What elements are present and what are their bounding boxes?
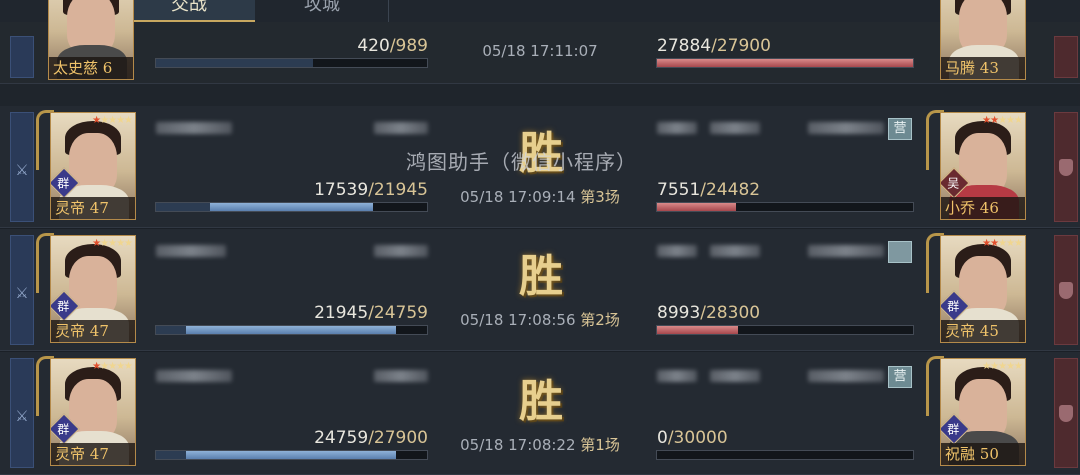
- defender-hp-bar: [656, 325, 914, 335]
- star-rating: ★★★★★: [982, 238, 1023, 249]
- attacker-hero-card[interactable]: 太史慈 6: [48, 0, 134, 80]
- battle-time: 05/18 17:08:22 第1场: [460, 436, 620, 454]
- attacker-hero-card[interactable]: ★★★★★ 群 灵帝 47: [50, 112, 136, 220]
- attacker-hero-name: 灵帝 47: [51, 197, 135, 219]
- attacker-hero-card[interactable]: ★★★★★ 群 灵帝 47: [50, 358, 136, 466]
- battle-time: 05/18 17:11:07: [482, 42, 598, 60]
- defender-hero-card[interactable]: 马腾 43: [940, 0, 1026, 80]
- battle-row-3[interactable]: ⚔ ★★★★★ 群 灵帝 47 24759/27900 胜 05/18 17:0…: [0, 352, 1080, 475]
- attacker-hp-bar: [155, 325, 428, 335]
- attacker-side-marker: ⚔: [10, 358, 34, 468]
- blurred-player-name: [657, 370, 697, 382]
- attacker-side-marker: ⚔: [10, 112, 34, 222]
- battle-time: 05/18 17:09:14 第3场: [460, 188, 620, 206]
- blurred-alliance: [374, 122, 428, 134]
- sword-icon: ⚔: [15, 284, 29, 302]
- blurred-location: [808, 122, 884, 134]
- defender-hero-card[interactable]: ★★★★★ 吴 小乔 46: [940, 112, 1026, 220]
- attacker-hero-name: 灵帝 47: [51, 443, 135, 465]
- win-mark: 胜: [519, 251, 563, 302]
- camp-flag: 营: [888, 118, 912, 140]
- defender-hero-name: 马腾 43: [941, 57, 1025, 79]
- defender-hp-bar: [656, 58, 914, 68]
- star-rating: ★★★★★: [92, 238, 133, 249]
- blurred-location: [808, 370, 884, 382]
- defender-hp: 27884/27900: [657, 36, 771, 56]
- star-rating: ★★★★★: [92, 115, 133, 126]
- star-rating: ★★★★★: [982, 115, 1023, 126]
- battle-time: 05/18 17:08:56 第2场: [460, 311, 620, 329]
- defender-side-marker: [1054, 112, 1078, 222]
- defender-side-marker: [1054, 36, 1078, 78]
- camp-flag: 营: [888, 366, 912, 388]
- star-rating: ★★★★★: [92, 361, 133, 372]
- blurred-alliance: [710, 370, 760, 382]
- shield-icon: [1059, 282, 1073, 299]
- defender-hp: 7551/24482: [657, 180, 761, 200]
- row-gap: [0, 84, 1080, 106]
- defender-hp: 0/30000: [657, 428, 728, 448]
- battle-row-2[interactable]: ⚔ ★★★★★ 群 灵帝 47 21945/24759 胜 05/18 17:0…: [0, 229, 1080, 351]
- defender-hero-name: 小乔 46: [941, 197, 1025, 219]
- defender-hero-card[interactable]: ★★★★★ 群 祝融 50: [940, 358, 1026, 466]
- attacker-side-marker: [10, 36, 34, 78]
- blurred-location: [808, 245, 884, 257]
- blurred-alliance: [374, 370, 428, 382]
- attacker-hp-bar: [155, 202, 428, 212]
- blurred-alliance: [374, 245, 428, 257]
- attacker-hp: 24759/27900: [314, 428, 428, 448]
- attacker-hp-bar: [155, 58, 428, 68]
- tab-battle[interactable]: 交战: [123, 0, 255, 22]
- defender-hp-bar: [656, 202, 914, 212]
- defender-hp: 8993/28300: [657, 303, 761, 323]
- attacker-hero-card[interactable]: ★★★★★ 群 灵帝 47: [50, 235, 136, 343]
- defender-side-marker: [1054, 358, 1078, 468]
- defender-hp-bar: [656, 450, 914, 460]
- sword-icon: ⚔: [15, 161, 29, 179]
- sword-icon: ⚔: [15, 407, 29, 425]
- tab-siege[interactable]: 攻城: [256, 0, 388, 22]
- attacker-hp: 21945/24759: [314, 303, 428, 323]
- shield-icon: [1059, 405, 1073, 422]
- blurred-player-name: [657, 122, 697, 134]
- battle-row-0[interactable]: 太史慈 6 420/989 05/18 17:11:07 27884/27900…: [0, 0, 1080, 84]
- star-rating: ★★★★★: [982, 361, 1023, 372]
- defender-hero-name: 祝融 50: [941, 443, 1025, 465]
- attacker-hero-name: 太史慈 6: [49, 57, 133, 79]
- attacker-hero-name: 灵帝 47: [51, 320, 135, 342]
- blurred-player-name: [156, 370, 232, 382]
- defender-hero-name: 灵帝 45: [941, 320, 1025, 342]
- win-mark: 胜: [519, 376, 563, 427]
- defender-hero-card[interactable]: ★★★★★ 群 灵帝 45: [940, 235, 1026, 343]
- blurred-player-name: [156, 122, 232, 134]
- blurred-player-name: [657, 245, 697, 257]
- blurred-alliance: [710, 122, 760, 134]
- watermark-text: 鸿图助手（微信小程序）: [406, 150, 637, 174]
- attacker-hp-bar: [155, 450, 428, 460]
- tab-divider: [388, 0, 389, 22]
- attacker-hp: 17539/21945: [314, 180, 428, 200]
- attacker-hp: 420/989: [357, 36, 428, 56]
- blurred-player-name: [156, 245, 226, 257]
- attacker-side-marker: ⚔: [10, 235, 34, 345]
- shield-icon: [1059, 159, 1073, 176]
- battle-report-tabs: 全部 交战 攻城: [0, 0, 1080, 22]
- blurred-alliance: [710, 245, 760, 257]
- camp-flag: [888, 241, 912, 263]
- defender-side-marker: [1054, 235, 1078, 345]
